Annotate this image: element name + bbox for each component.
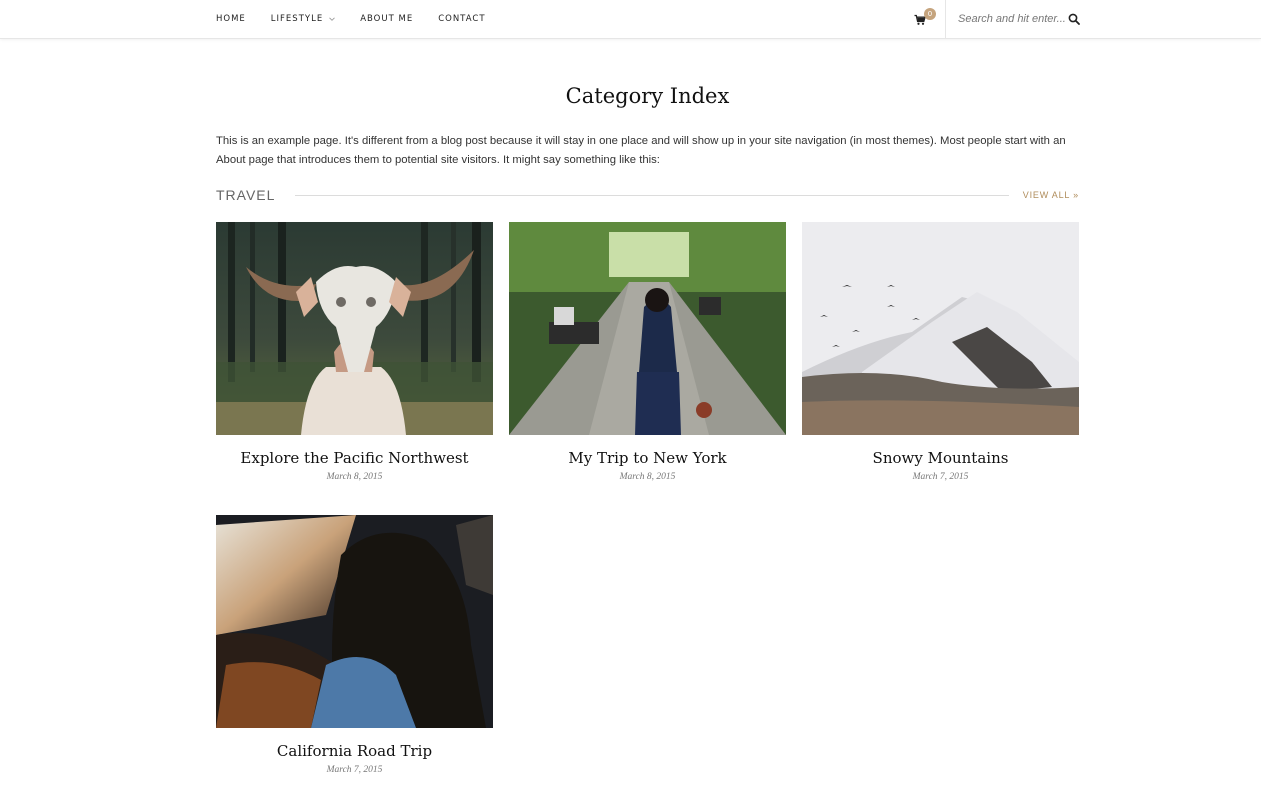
intro-text: This is an example page. It's different … [216, 135, 1066, 166]
post-card: Snowy Mountains March 7, 2015 [802, 222, 1079, 482]
post-thumbnail[interactable] [216, 222, 493, 435]
nav-item-label: HOME [216, 14, 246, 24]
snowy-mountain-photo [802, 222, 1079, 435]
post-thumbnail[interactable] [509, 222, 786, 435]
nav-item-about-me[interactable]: ABOUT ME [360, 14, 413, 24]
post-title-link[interactable]: My Trip to New York [509, 449, 786, 467]
post-thumbnail[interactable] [802, 222, 1079, 435]
post-title-link[interactable]: Snowy Mountains [802, 449, 1079, 467]
cart-button[interactable]: 0 [914, 8, 936, 30]
post-date: March 8, 2015 [619, 472, 676, 482]
search-icon[interactable] [1068, 13, 1080, 25]
post-date: March 7, 2015 [326, 765, 383, 775]
nav-item-label: ABOUT ME [360, 14, 414, 24]
road-trip-photo [216, 515, 493, 728]
page-title: Category Index [565, 84, 730, 108]
top-bar: HOME LIFESTYLE ABOUT ME CONTACT 0 [0, 0, 1261, 39]
post-date: March 7, 2015 [912, 472, 969, 482]
post-card: California Road Trip March 7, 2015 [216, 515, 493, 775]
view-all-link[interactable]: VIEW ALL » [1023, 190, 1079, 200]
section-title: TRAVEL [216, 187, 276, 203]
post-thumbnail[interactable] [216, 515, 493, 728]
nav-item-contact[interactable]: CONTACT [438, 14, 485, 24]
section-header: TRAVEL VIEW ALL » [216, 186, 1079, 204]
search-input[interactable] [958, 9, 1066, 29]
post-date: March 8, 2015 [326, 472, 383, 482]
post-title-link[interactable]: California Road Trip [216, 742, 493, 760]
post-card: My Trip to New York March 8, 2015 [509, 222, 786, 482]
search-divider [945, 0, 946, 38]
nav-item-label: CONTACT [438, 14, 486, 24]
main-nav: HOME LIFESTYLE ABOUT ME CONTACT [216, 0, 511, 38]
nav-item-lifestyle[interactable]: LIFESTYLE [270, 14, 336, 24]
forest-skull-photo [216, 222, 493, 435]
chevron-down-icon [329, 17, 336, 21]
post-card: Explore the Pacific Northwest March 8, 2… [216, 222, 493, 482]
post-title-link[interactable]: Explore the Pacific Northwest [216, 449, 493, 467]
nav-item-home[interactable]: HOME [216, 14, 246, 24]
cart-count-badge: 0 [924, 8, 936, 20]
section-divider [295, 194, 1009, 196]
nav-item-label: LIFESTYLE [270, 14, 324, 24]
park-path-photo [509, 222, 786, 435]
